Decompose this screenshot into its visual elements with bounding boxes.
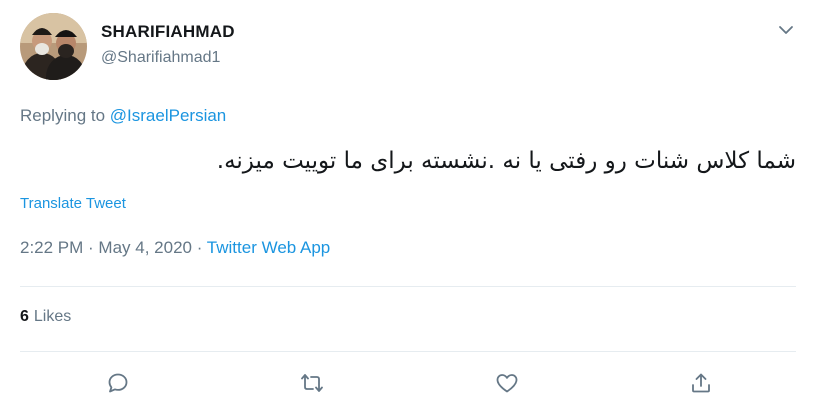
profile-photo-icon <box>20 13 87 80</box>
tweet-text: شما کلاس شنات رو رفتی یا نه .نشسته برای … <box>216 148 796 174</box>
meta-separator: · <box>83 238 99 257</box>
tweet-source-link[interactable]: Twitter Web App <box>207 238 330 257</box>
share-button[interactable] <box>688 370 714 396</box>
tweet-meta: 2:22 PM · May 4, 2020 · Twitter Web App <box>20 238 330 258</box>
tweet-date[interactable]: May 4, 2020 <box>98 238 192 257</box>
replying-to-line: Replying to @IsraelPersian <box>20 106 226 126</box>
reply-button[interactable] <box>105 370 131 396</box>
reply-mention-link[interactable]: @IsraelPersian <box>110 106 226 125</box>
reply-icon <box>108 373 128 393</box>
share-icon <box>692 373 710 393</box>
like-button[interactable] <box>494 370 520 396</box>
translate-tweet-link[interactable]: Translate Tweet <box>20 195 126 212</box>
retweet-button[interactable] <box>299 370 325 396</box>
author-display-name[interactable]: SHARIFIAHMAD <box>101 22 235 42</box>
likes-label: Likes <box>33 308 72 325</box>
divider <box>20 351 796 352</box>
more-options-button[interactable] <box>776 20 796 40</box>
author-handle[interactable]: @Sharifiahmad1 <box>101 49 220 67</box>
tweet-time[interactable]: 2:22 PM <box>20 238 83 257</box>
meta-separator: · <box>191 238 207 257</box>
avatar[interactable] <box>20 13 87 80</box>
likes-count: 6 <box>20 308 29 325</box>
chevron-down-icon <box>779 26 793 34</box>
likes-stat[interactable]: 6 Likes <box>20 308 71 326</box>
like-icon <box>496 374 518 393</box>
divider <box>20 286 796 287</box>
retweet-icon <box>301 374 323 392</box>
replying-to-prefix: Replying to <box>20 106 110 125</box>
